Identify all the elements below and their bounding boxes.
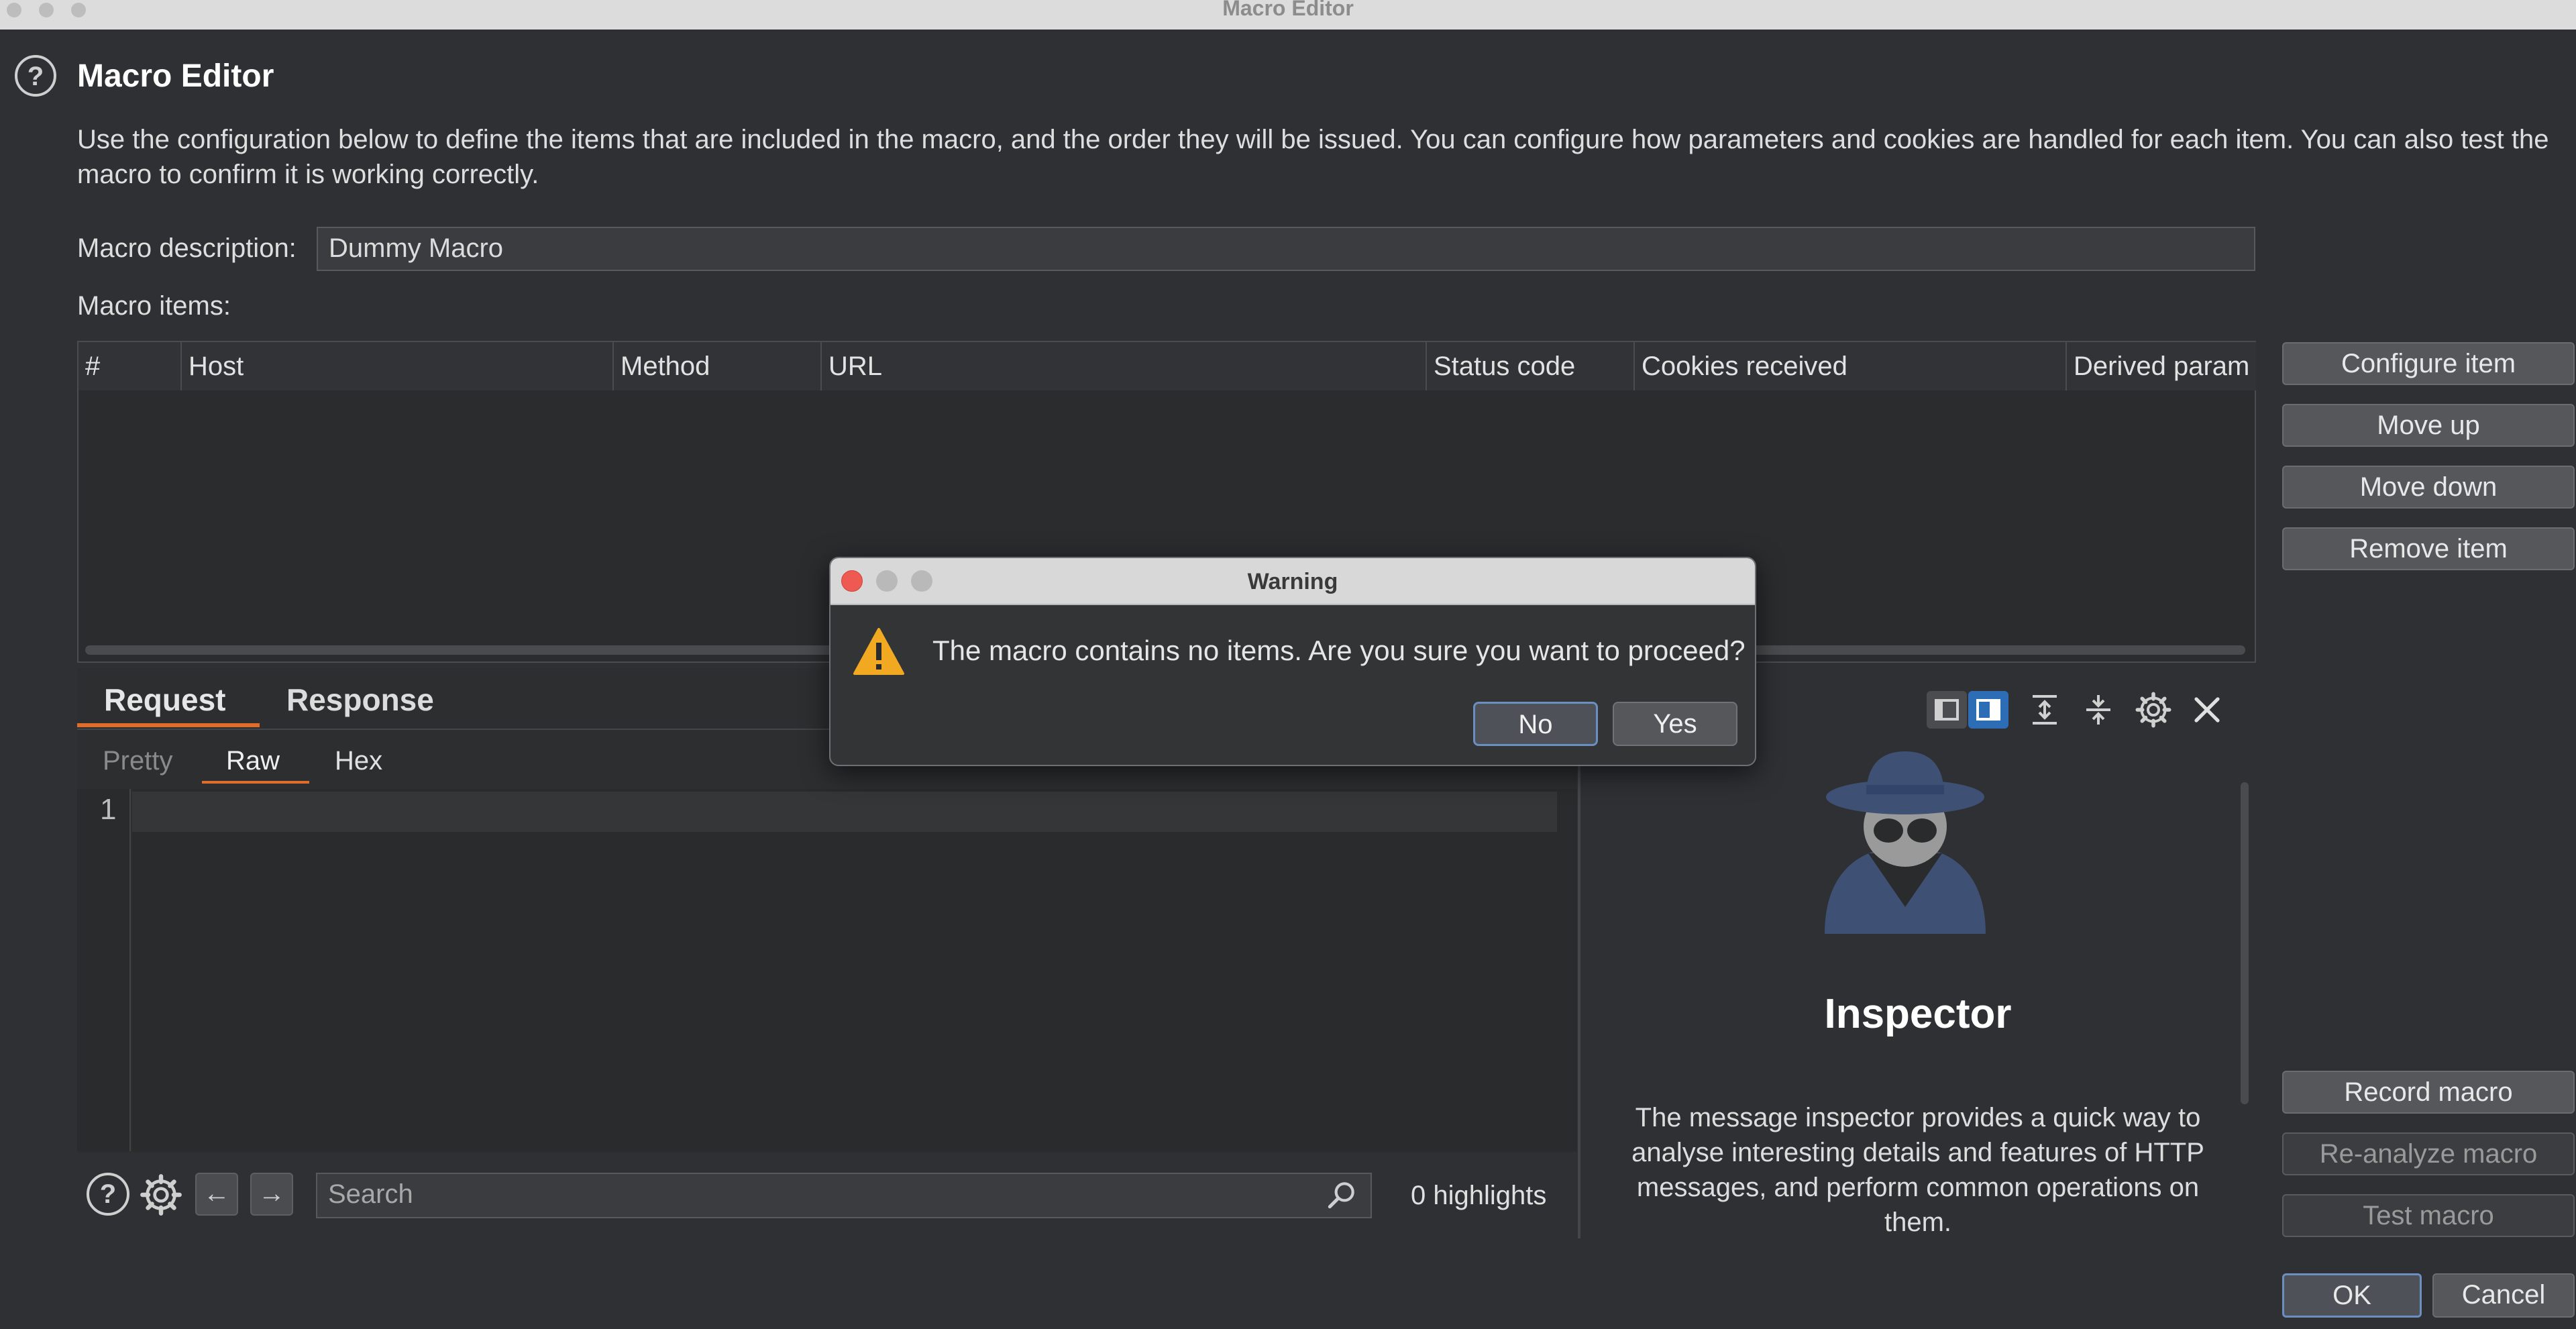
page-description: Use the configuration below to define th… xyxy=(77,125,2549,189)
close-icon[interactable] xyxy=(2188,691,2226,729)
editor-footer: ? ← → Search 0 highlights xyxy=(77,1153,1577,1238)
record-macro-button[interactable]: Record macro xyxy=(2282,1071,2575,1114)
raw-tab-indicator xyxy=(202,781,309,784)
tab-hex[interactable]: Hex xyxy=(335,746,382,776)
expand-icon[interactable] xyxy=(2026,691,2063,729)
tab-raw[interactable]: Raw xyxy=(226,746,280,776)
inspector-description: The message inspector provides a quick w… xyxy=(1631,1103,2204,1237)
move-up-button[interactable]: Move up xyxy=(2282,404,2575,447)
layout-right-icon[interactable] xyxy=(1968,691,2008,729)
gear-icon[interactable] xyxy=(2133,690,2174,730)
configure-item-button[interactable]: Configure item xyxy=(2282,342,2575,385)
yes-button[interactable]: Yes xyxy=(1613,702,1737,746)
help-icon[interactable]: ? xyxy=(15,55,56,97)
inspector-illustration-icon xyxy=(1805,746,2006,947)
tab-response[interactable]: Response xyxy=(286,682,434,718)
search-icon[interactable] xyxy=(1325,1178,1358,1212)
help-icon[interactable]: ? xyxy=(87,1173,129,1216)
reanalyze-macro-button[interactable]: Re-analyze macro xyxy=(2282,1132,2575,1175)
tab-request[interactable]: Request xyxy=(104,682,225,718)
warning-icon xyxy=(852,627,906,676)
highlights-count: 0 highlights xyxy=(1411,1181,1547,1210)
macro-description-input[interactable]: Dummy Macro xyxy=(317,227,2255,271)
ok-button[interactable]: OK xyxy=(2282,1273,2422,1318)
remove-item-button[interactable]: Remove item xyxy=(2282,527,2575,570)
macro-items-label: Macro items: xyxy=(77,291,231,321)
request-editor[interactable] xyxy=(132,789,1577,1151)
dialog-title: Warning xyxy=(1247,569,1338,594)
move-down-button[interactable]: Move down xyxy=(2282,466,2575,509)
column-header-derived-params[interactable]: Derived param xyxy=(2067,342,2256,390)
arrow-right-icon[interactable]: → xyxy=(250,1173,293,1216)
arrow-left-icon[interactable]: ← xyxy=(195,1173,238,1216)
dialog-message: The macro contains no items. Are you sur… xyxy=(932,635,1746,666)
column-header-number[interactable]: # xyxy=(78,342,182,390)
editor-gutter: 1 xyxy=(77,789,131,1151)
window-title-bar: Macro Editor xyxy=(0,0,2576,30)
dialog-title-bar: Warning xyxy=(830,558,1755,605)
current-line-highlight xyxy=(132,792,1557,832)
layout-side-icon[interactable] xyxy=(1927,691,1967,729)
inspector-title: Inspector xyxy=(1824,991,2012,1037)
cancel-button[interactable]: Cancel xyxy=(2432,1273,2575,1318)
test-macro-button[interactable]: Test macro xyxy=(2282,1194,2575,1237)
tab-pretty[interactable]: Pretty xyxy=(103,746,172,776)
column-header-host[interactable]: Host xyxy=(182,342,614,390)
page-title: Macro Editor xyxy=(77,58,274,94)
window-title: Macro Editor xyxy=(1222,0,1354,20)
gear-icon[interactable] xyxy=(138,1171,184,1218)
warning-dialog: Warning The macro contains no items. Are… xyxy=(829,557,1756,766)
line-number: 1 xyxy=(100,793,117,826)
column-header-method[interactable]: Method xyxy=(614,342,822,390)
column-header-url[interactable]: URL xyxy=(822,342,1427,390)
request-tab-indicator xyxy=(77,723,260,727)
macro-description-label: Macro description: xyxy=(77,233,297,263)
inspector-scrollbar[interactable] xyxy=(2241,782,2249,1104)
search-input[interactable]: Search xyxy=(316,1173,1372,1218)
collapse-icon[interactable] xyxy=(2080,691,2117,729)
column-header-status-code[interactable]: Status code xyxy=(1427,342,1635,390)
column-header-cookies-received[interactable]: Cookies received xyxy=(1635,342,2067,390)
no-button[interactable]: No xyxy=(1473,702,1598,746)
